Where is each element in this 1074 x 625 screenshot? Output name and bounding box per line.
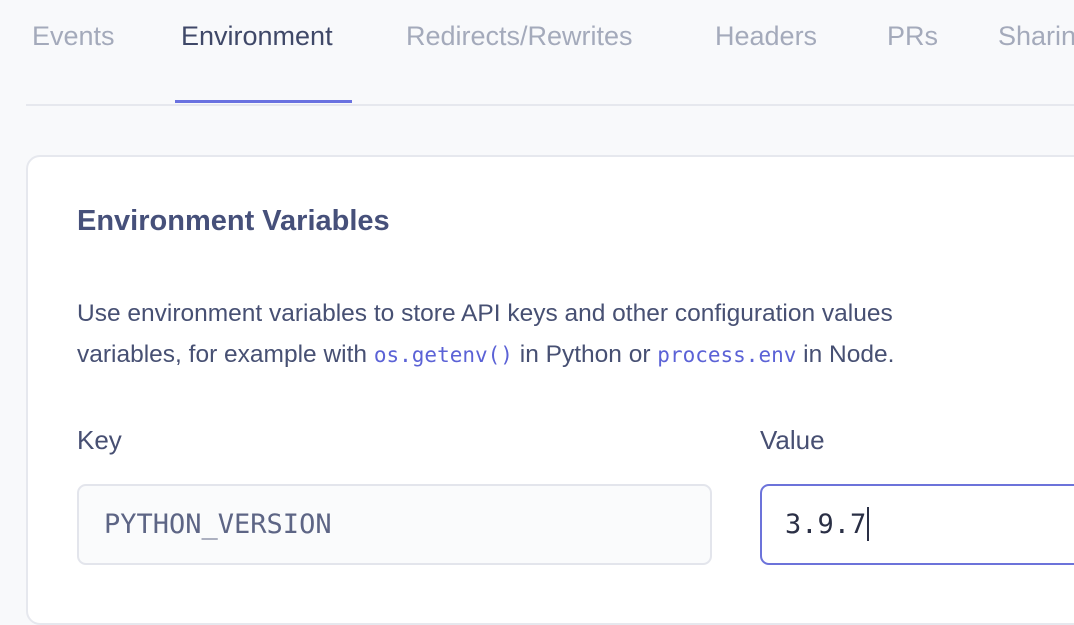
tab-redirects-rewrites[interactable]: Redirects/Rewrites [406,18,633,58]
description-line-2: variables, for example with os.getenv() … [77,334,1074,376]
description-text: in Node. [796,341,895,368]
tab-prs[interactable]: PRs [887,18,938,58]
card-title: Environment Variables [77,205,390,237]
tab-headers[interactable]: Headers [715,18,817,58]
tab-bar: Events Environment Redirects/Rewrites He… [26,0,1074,106]
code-process-env: process.env [657,343,797,367]
code-os-getenv: os.getenv() [373,343,513,367]
value-label: Value [760,425,825,455]
description-line-1: Use environment variables to store API k… [77,300,893,327]
value-input[interactable]: 3.9.7 [760,484,1074,565]
tab-events[interactable]: Events [32,18,115,58]
card-description: Use environment variables to store API k… [77,293,1074,376]
key-input[interactable]: PYTHON_VERSION [77,484,712,565]
key-label: Key [77,425,122,455]
tab-environment[interactable]: Environment [181,18,333,58]
value-input-value: 3.9.7 [785,509,867,540]
environment-variables-card: Environment Variables Use environment va… [26,155,1074,625]
text-caret [867,506,870,541]
description-text: in Python or [512,341,658,368]
tab-sharing[interactable]: Sharin [998,18,1074,58]
description-text: variables, for example with [77,341,374,368]
key-input-value: PYTHON_VERSION [104,509,332,540]
active-tab-indicator [175,100,352,103]
